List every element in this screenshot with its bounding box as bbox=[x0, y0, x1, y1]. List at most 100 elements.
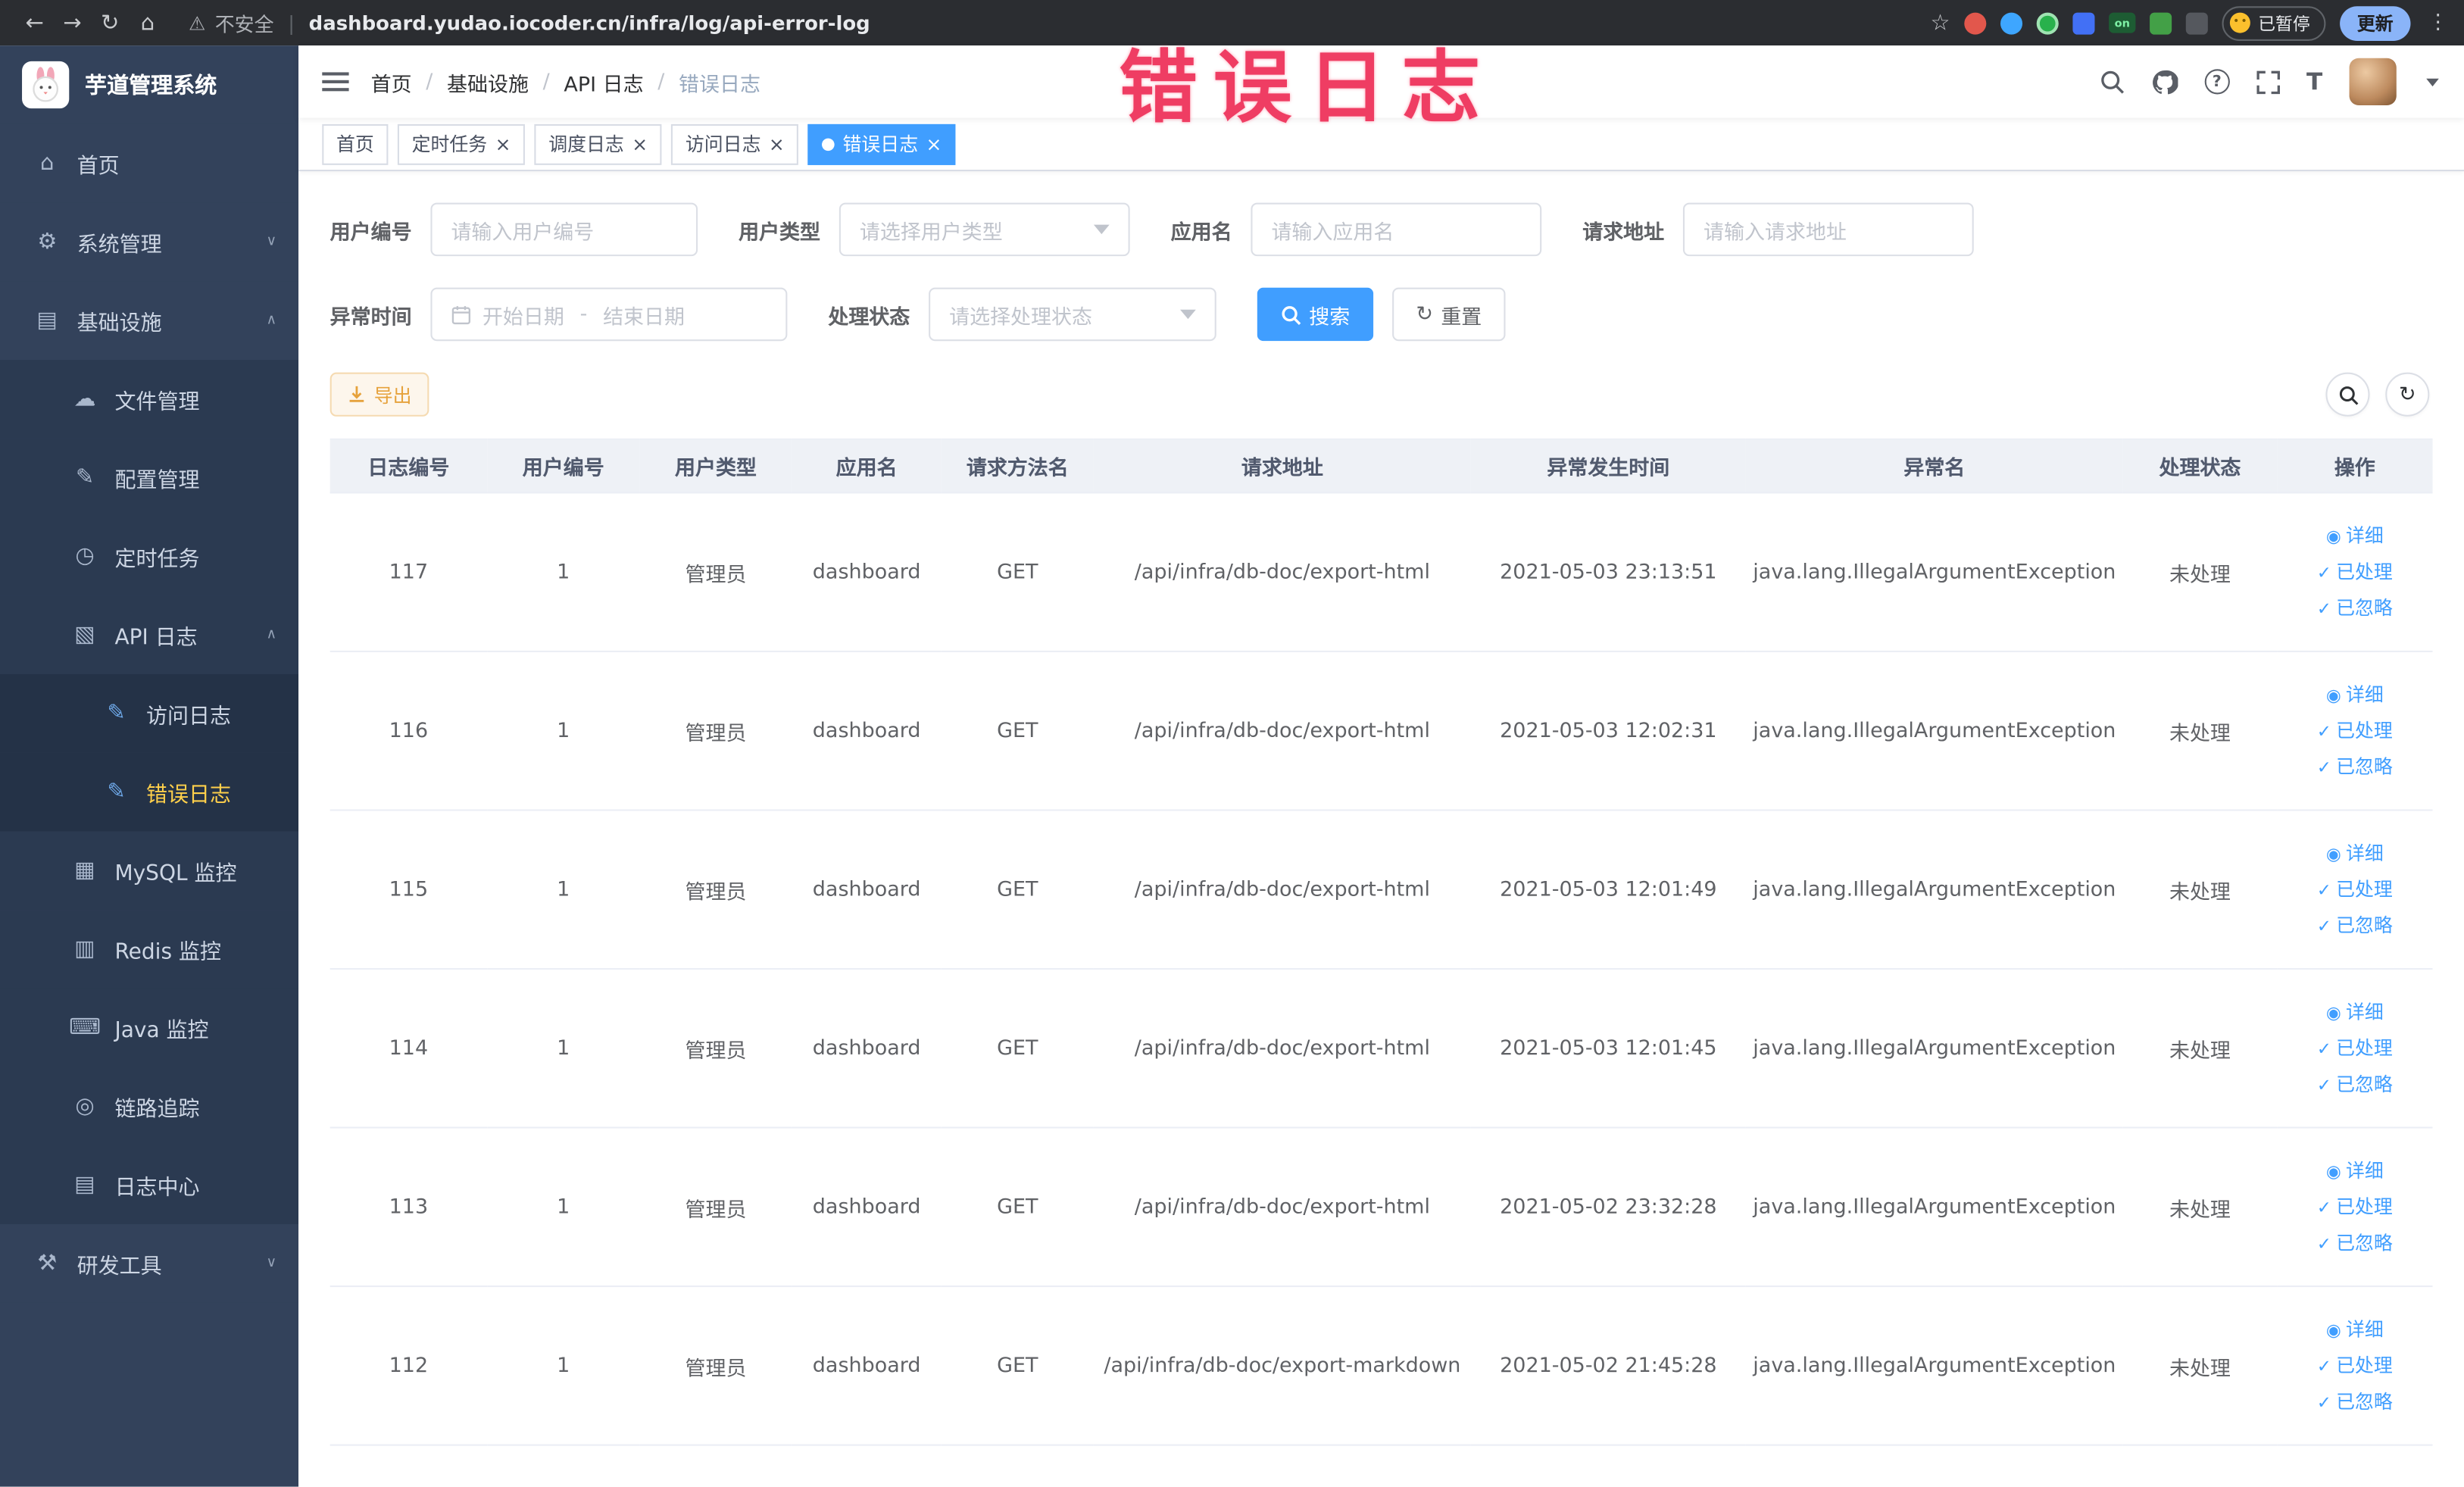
row-action-ignored[interactable]: ✓ 已忽略 bbox=[2283, 749, 2426, 786]
export-button[interactable]: 导出 bbox=[329, 372, 429, 417]
avatar[interactable] bbox=[2349, 58, 2397, 105]
back-icon[interactable]: ← bbox=[16, 10, 54, 35]
chrome-update-button[interactable]: 更新 bbox=[2340, 5, 2411, 40]
tab-label: 访问日志 bbox=[685, 133, 761, 156]
tab-label: 定时任务 bbox=[411, 133, 488, 156]
forward-icon[interactable]: → bbox=[54, 10, 92, 35]
tag-view-tab[interactable]: 错误日志 × bbox=[807, 123, 957, 164]
row-action-detail[interactable]: ◉ 详细 bbox=[2283, 1311, 2426, 1348]
cell-url: /api/infra/db-doc/export-html bbox=[1093, 492, 1471, 652]
hamburger-icon[interactable] bbox=[298, 72, 370, 92]
row-action-processed[interactable]: ✓ 已处理 bbox=[2283, 1348, 2426, 1384]
paused-extension-pill[interactable]: 已暂停 bbox=[2222, 5, 2326, 40]
process-status-select[interactable]: 请选择处理状态 bbox=[929, 287, 1216, 342]
reload-icon[interactable]: ↻ bbox=[91, 10, 129, 35]
refresh-table-button[interactable]: ↻ bbox=[2385, 372, 2430, 417]
cell-url: /api/infra/db-doc/export-html bbox=[1093, 1127, 1471, 1288]
row-action-detail[interactable]: ◉ 详细 bbox=[2283, 836, 2426, 872]
row-action-ignored[interactable]: ✓ 已忽略 bbox=[2283, 1225, 2426, 1261]
row-action-detail[interactable]: ◉ 详细 bbox=[2283, 994, 2426, 1030]
close-icon[interactable]: × bbox=[495, 134, 511, 153]
close-icon[interactable]: × bbox=[769, 134, 785, 153]
extension-icon[interactable] bbox=[2000, 11, 2023, 34]
github-icon[interactable] bbox=[2151, 68, 2178, 95]
close-icon[interactable]: × bbox=[926, 134, 942, 153]
app-logo[interactable]: 芋道管理系统 bbox=[0, 45, 298, 124]
eye-icon: ◉ bbox=[2325, 1161, 2341, 1182]
user-type-select[interactable]: 请选择用户类型 bbox=[839, 202, 1130, 257]
sidebar-item-java-monitor[interactable]: ⌨ Java 监控 bbox=[0, 988, 299, 1067]
cell-user-type: 管理员 bbox=[639, 492, 792, 652]
row-action-processed[interactable]: ✓ 已处理 bbox=[2283, 713, 2426, 749]
row-action-processed[interactable]: ✓ 已处理 bbox=[2283, 1189, 2426, 1225]
avatar-caret-icon[interactable] bbox=[2426, 77, 2439, 86]
reset-button[interactable]: ↻ 重置 bbox=[1392, 287, 1506, 342]
filter-label: 用户编号 bbox=[329, 220, 412, 245]
row-action-ignored[interactable]: ✓ 已忽略 bbox=[2283, 1384, 2426, 1420]
toggle-search-button[interactable] bbox=[2325, 372, 2370, 417]
row-action-processed[interactable]: ✓ 已处理 bbox=[2283, 554, 2426, 590]
bookmark-star-icon[interactable]: ☆ bbox=[1931, 10, 1950, 35]
sidebar-item-label: 首页 bbox=[77, 154, 120, 180]
tag-view-tab[interactable]: 首页 bbox=[322, 123, 389, 164]
cell-actions: ◉ 详细 ✓ 已处理 ✓ 已忽略 bbox=[2277, 651, 2433, 811]
breadcrumb-item[interactable]: 首页 bbox=[371, 67, 412, 96]
help-icon[interactable]: ? bbox=[2204, 69, 2230, 95]
sidebar-item-dev-tools[interactable]: ⚒ 研发工具 ∨ bbox=[0, 1224, 299, 1303]
sidebar-item-system-mgmt[interactable]: ⚙ 系统管理 ∨ bbox=[0, 202, 299, 282]
cell-user-type: 管理员 bbox=[639, 651, 792, 811]
chevron-up-icon: ∧ bbox=[266, 312, 277, 329]
app-name-input[interactable]: 请输入应用名 bbox=[1251, 202, 1542, 257]
breadcrumb-item[interactable]: API 日志 bbox=[564, 67, 643, 96]
extension-icon[interactable] bbox=[2150, 11, 2172, 34]
search-button[interactable]: 搜索 bbox=[1257, 287, 1374, 342]
sidebar-item-home[interactable]: ⌂ 首页 bbox=[0, 123, 299, 203]
chrome-menu-icon[interactable]: ⋮ bbox=[2428, 11, 2448, 35]
column-header: 请求方法名 bbox=[941, 438, 1094, 494]
row-action-processed[interactable]: ✓ 已处理 bbox=[2283, 1030, 2426, 1067]
row-action-detail[interactable]: ◉ 详细 bbox=[2283, 676, 2426, 713]
extension-on-badge[interactable]: on bbox=[2109, 12, 2136, 33]
redis-icon: ▥ bbox=[74, 936, 95, 962]
row-action-ignored[interactable]: ✓ 已忽略 bbox=[2283, 1067, 2426, 1103]
sidebar-item-redis-monitor[interactable]: ▥ Redis 监控 bbox=[0, 910, 299, 989]
row-action-detail[interactable]: ◉ 详细 bbox=[2283, 518, 2426, 555]
row-action-ignored[interactable]: ✓ 已忽略 bbox=[2283, 908, 2426, 944]
extensions-puzzle-icon[interactable] bbox=[2185, 11, 2208, 34]
extension-icon[interactable] bbox=[1964, 11, 1987, 34]
tag-view-tab[interactable]: 定时任务 × bbox=[397, 123, 526, 164]
sidebar-item-api-log[interactable]: ▧ API 日志 ∧ bbox=[0, 595, 299, 675]
row-action-ignored[interactable]: ✓ 已忽略 bbox=[2283, 590, 2426, 626]
sidebar-item-trace[interactable]: ◎ 链路追踪 bbox=[0, 1067, 299, 1146]
cell-actions: ◉ 详细 ✓ 已处理 ✓ 已忽略 bbox=[2277, 492, 2433, 652]
tag-view-tab[interactable]: 访问日志 × bbox=[671, 123, 799, 164]
app-title: 芋道管理系统 bbox=[85, 73, 217, 99]
browser-home-icon[interactable]: ⌂ bbox=[129, 10, 167, 35]
sidebar-item-log-center[interactable]: ▤ 日志中心 bbox=[0, 1145, 299, 1225]
row-action-detail[interactable]: ◉ 详细 bbox=[2283, 1153, 2426, 1189]
app: 芋道管理系统 ⌂ 首页 ⚙ 系统管理 ∨ ▤ 基础设施 ∧ ☁ 文件管理 ✎ 配置管理 ◷ 定时任务 ▧ AP… bbox=[0, 45, 2464, 1487]
address-bar[interactable]: ⚠ 不安全 | dashboard.yudao.iocoder.cn/infra… bbox=[189, 8, 870, 37]
user-id-input[interactable]: 请输入用户编号 bbox=[430, 202, 698, 257]
extension-icon[interactable] bbox=[2072, 11, 2095, 34]
sidebar-item-file-mgmt[interactable]: ☁ 文件管理 bbox=[0, 360, 299, 439]
fullscreen-icon[interactable] bbox=[2256, 70, 2280, 94]
search-icon[interactable] bbox=[2099, 69, 2124, 94]
breadcrumb-item[interactable]: 基础设施 bbox=[447, 67, 529, 96]
row-action-processed[interactable]: ✓ 已处理 bbox=[2283, 871, 2426, 908]
font-size-icon[interactable]: T bbox=[2306, 67, 2322, 95]
close-icon[interactable]: × bbox=[632, 134, 648, 153]
cell-actions: ◉ 详细 ✓ 已处理 ✓ 已忽略 bbox=[2277, 969, 2433, 1129]
extension-icon[interactable] bbox=[2036, 11, 2059, 34]
action-label: 详细 bbox=[2345, 1317, 2384, 1340]
sidebar-item-error-log[interactable]: ✎ 错误日志 bbox=[0, 752, 299, 832]
sidebar-item-access-log[interactable]: ✎ 访问日志 bbox=[0, 674, 299, 753]
sidebar-item-mysql-monitor[interactable]: ▦ MySQL 监控 bbox=[0, 831, 299, 911]
sidebar-item-scheduled-tasks[interactable]: ◷ 定时任务 bbox=[0, 517, 299, 596]
date-range-picker[interactable]: 开始日期 - 结束日期 bbox=[430, 287, 788, 342]
sidebar-item-config-mgmt[interactable]: ✎ 配置管理 bbox=[0, 438, 299, 517]
request-url-input[interactable]: 请输入请求地址 bbox=[1683, 202, 1974, 257]
active-dot-icon bbox=[822, 137, 835, 151]
tag-view-tab[interactable]: 调度日志 × bbox=[534, 123, 662, 164]
sidebar-item-infrastructure[interactable]: ▤ 基础设施 ∧ bbox=[0, 281, 299, 361]
